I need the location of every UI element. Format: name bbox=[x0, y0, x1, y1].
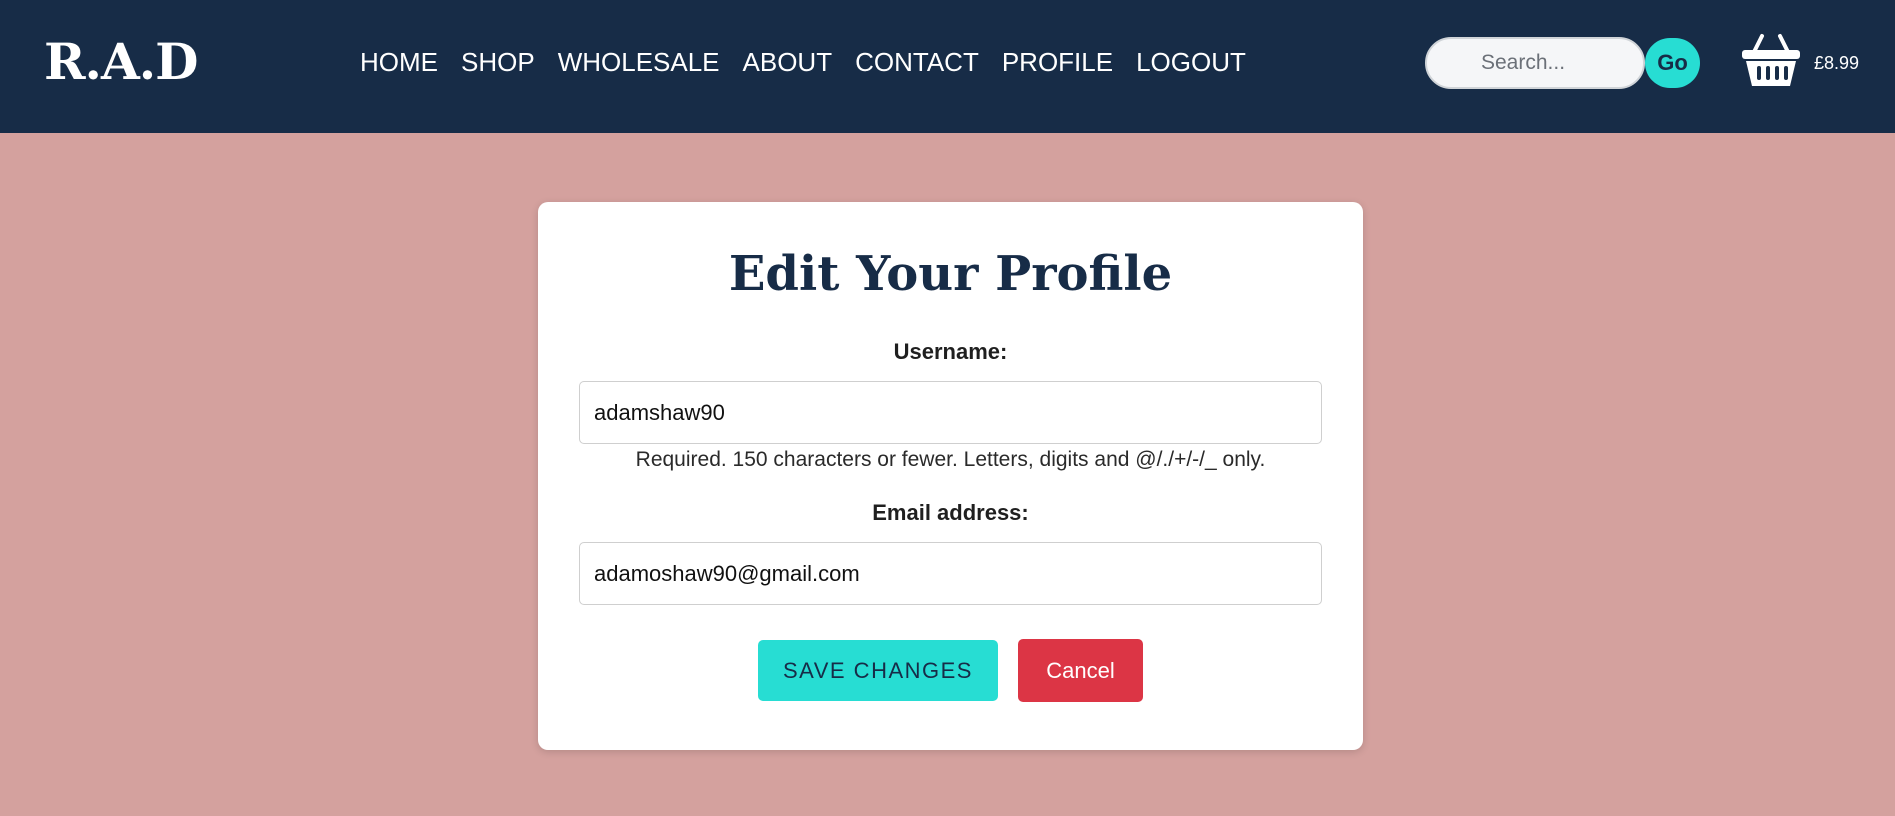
email-field[interactable] bbox=[579, 542, 1322, 605]
main-nav: HOME SHOP WHOLESALE ABOUT CONTACT PROFIL… bbox=[360, 44, 1246, 80]
nav-logout[interactable]: LOGOUT bbox=[1136, 44, 1246, 80]
username-label: Username: bbox=[893, 339, 1008, 364]
site-logo[interactable]: R.A.D bbox=[44, 30, 199, 94]
email-label: Email address: bbox=[872, 500, 1029, 525]
basket-icon[interactable] bbox=[1740, 32, 1802, 88]
page-title: Edit Your Profile bbox=[728, 246, 1173, 302]
cart-total[interactable]: £8.99 bbox=[1814, 52, 1859, 74]
search-input[interactable] bbox=[1425, 37, 1645, 89]
nav-wholesale[interactable]: WHOLESALE bbox=[558, 44, 720, 80]
search-go-button[interactable]: Go bbox=[1645, 38, 1700, 88]
edit-profile-card: Edit Your Profile Username: Required. 15… bbox=[538, 202, 1363, 750]
nav-contact[interactable]: CONTACT bbox=[855, 44, 979, 80]
site-header: R.A.D HOME SHOP WHOLESALE ABOUT CONTACT … bbox=[0, 0, 1895, 133]
nav-home[interactable]: HOME bbox=[360, 44, 438, 80]
nav-profile[interactable]: PROFILE bbox=[1002, 44, 1113, 80]
username-help-text: Required. 150 characters or fewer. Lette… bbox=[635, 448, 1266, 471]
save-changes-button[interactable]: SAVE CHANGES bbox=[758, 640, 998, 701]
nav-about[interactable]: ABOUT bbox=[743, 44, 833, 80]
cancel-button[interactable]: Cancel bbox=[1018, 639, 1143, 702]
nav-shop[interactable]: SHOP bbox=[461, 44, 535, 80]
username-field[interactable] bbox=[579, 381, 1322, 444]
